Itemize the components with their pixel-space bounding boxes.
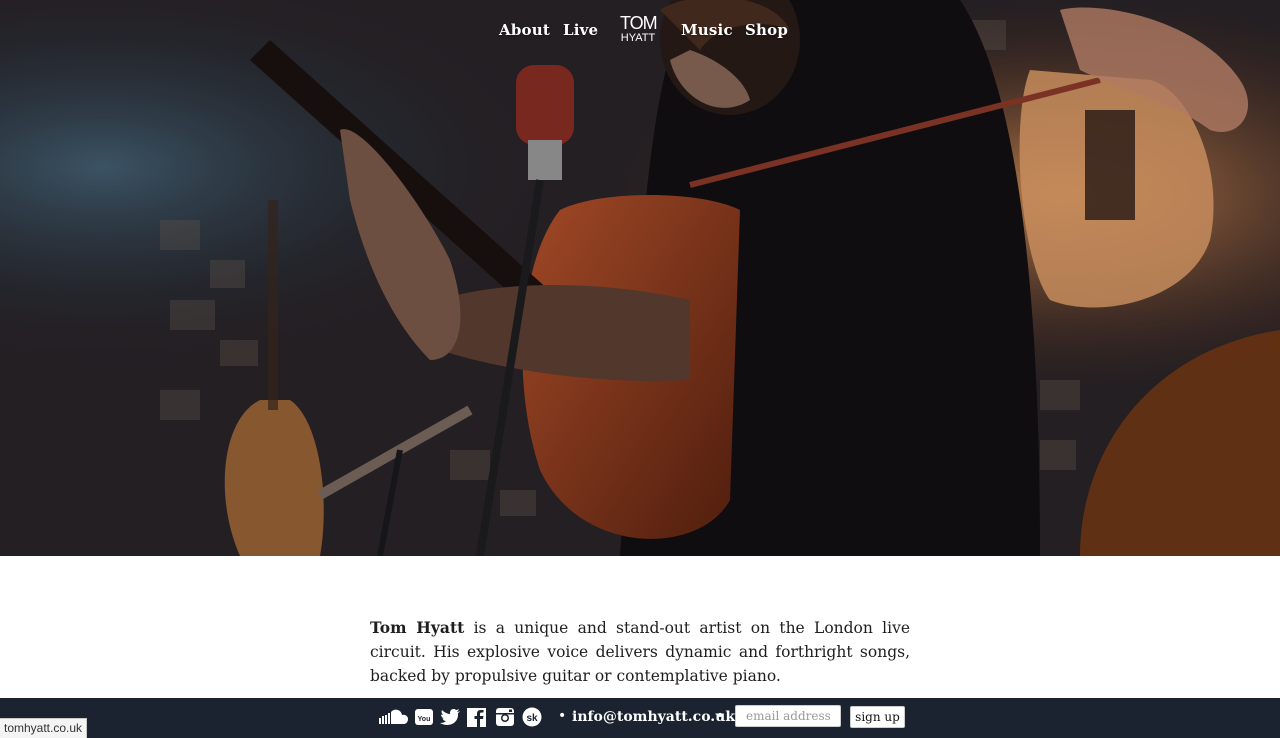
nav-music-link[interactable]: Music bbox=[681, 21, 733, 39]
nav-live-link[interactable]: Live bbox=[563, 21, 598, 39]
facebook-icon[interactable] bbox=[467, 707, 486, 727]
main-nav: About Live TOM HYATT Music Shop bbox=[0, 0, 1280, 60]
footer-bar: You sk • info@tomhyatt.co.uk • sign up bbox=[0, 698, 1280, 738]
svg-text:You: You bbox=[418, 716, 431, 723]
site-logo[interactable]: TOM HYATT bbox=[620, 13, 658, 50]
bio-name: Tom Hyatt bbox=[370, 618, 465, 637]
logo-line1: TOM bbox=[620, 13, 658, 33]
sign-up-button[interactable]: sign up bbox=[850, 706, 905, 728]
hero-image: About Live TOM HYATT Music Shop bbox=[0, 0, 1280, 556]
hero-photo bbox=[0, 0, 1280, 556]
separator-dot: • bbox=[558, 708, 567, 724]
separator-dot: • bbox=[716, 708, 725, 724]
soundcloud-icon[interactable] bbox=[379, 707, 409, 727]
youtube-icon[interactable]: You bbox=[414, 707, 434, 727]
songkick-icon[interactable]: sk bbox=[522, 707, 542, 727]
svg-text:sk: sk bbox=[526, 713, 538, 724]
twitter-icon[interactable] bbox=[440, 707, 461, 727]
nav-about-link[interactable]: About bbox=[499, 21, 550, 39]
contact-email-link[interactable]: info@tomhyatt.co.uk bbox=[572, 709, 735, 725]
nav-shop-link[interactable]: Shop bbox=[745, 21, 788, 39]
instagram-icon[interactable] bbox=[495, 707, 515, 727]
bio-paragraph: Tom Hyatt is a unique and stand-out arti… bbox=[370, 616, 910, 688]
newsletter-email-input[interactable] bbox=[735, 705, 841, 727]
status-bar-url: tomhyatt.co.uk bbox=[0, 718, 88, 738]
logo-line2: HYATT bbox=[620, 32, 656, 44]
